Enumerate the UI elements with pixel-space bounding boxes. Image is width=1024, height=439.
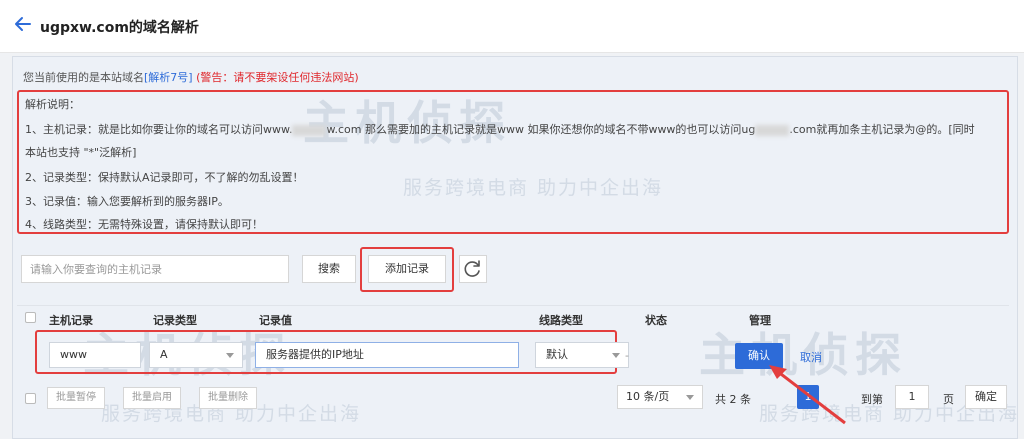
page-size-select[interactable]: 10 条/页 bbox=[617, 385, 703, 409]
cancel-link[interactable]: 取消 bbox=[800, 349, 822, 365]
record-value-input[interactable]: 服务器提供的IP地址 bbox=[255, 342, 519, 368]
warning-text: (警告：请不要架设任何违法网站) bbox=[196, 71, 359, 84]
column-manage: 管理 bbox=[749, 314, 771, 327]
column-status: 状态 bbox=[645, 314, 667, 327]
instruction-host-part-c: .com就再加条主机记录为@的。[同时 bbox=[789, 123, 975, 136]
chevron-down-icon bbox=[686, 395, 694, 400]
instruction-record-value: 3、记录值：输入您要解析到的服务器IP。 bbox=[25, 195, 229, 208]
chevron-down-icon bbox=[226, 353, 234, 358]
column-type: 记录类型 bbox=[153, 314, 197, 327]
page-1-button[interactable]: 1 bbox=[797, 385, 819, 409]
batch-enable-button[interactable]: 批量启用 bbox=[123, 387, 181, 409]
record-type-select[interactable]: A bbox=[149, 342, 243, 368]
select-all-bottom-checkbox[interactable] bbox=[25, 393, 36, 404]
redacted-text bbox=[292, 124, 327, 136]
add-record-button[interactable]: 添加记录 bbox=[368, 255, 446, 283]
line-type-select[interactable]: 默认 bbox=[535, 342, 629, 368]
refresh-icon bbox=[464, 260, 480, 277]
domain-info-prefix: 您当前使用的是本站域名 bbox=[23, 71, 144, 84]
records-table-header: 主机记录 记录类型 记录值 线路类型 状态 管理 bbox=[17, 305, 1009, 330]
dns-server-link[interactable]: [解析7号] bbox=[144, 71, 193, 84]
instruction-host-record: 1、主机记录：就是比如你要让你的域名可以访问www. w.com 那么需要加的主机… bbox=[25, 121, 975, 137]
status-value: - bbox=[625, 349, 629, 362]
redacted-text bbox=[755, 124, 790, 136]
line-type-value: 默认 bbox=[546, 348, 568, 361]
batch-delete-button[interactable]: 批量删除 bbox=[199, 387, 257, 409]
goto-page-input[interactable]: 1 bbox=[895, 385, 929, 409]
page-size-value: 10 条/页 bbox=[626, 390, 670, 403]
chevron-down-icon bbox=[612, 353, 620, 358]
column-host: 主机记录 bbox=[49, 314, 93, 327]
select-all-checkbox[interactable] bbox=[25, 312, 36, 323]
refresh-button[interactable] bbox=[459, 255, 487, 283]
goto-confirm-button[interactable]: 确定 bbox=[965, 385, 1007, 409]
instructions-heading: 解析说明： bbox=[25, 98, 80, 111]
total-count: 共 2 条 bbox=[715, 393, 751, 406]
instruction-record-type: 2、记录类型：保持默认A记录即可，不了解的勿乱设置！ bbox=[25, 171, 304, 184]
instruction-line-type: 4、线路类型：无需特殊设置，请保持默认即可！ bbox=[25, 218, 263, 231]
main-panel: 主机侦探 服务跨境电商 助力中企出海 主机侦探 服务跨境电商 助力中企出海 主机… bbox=[12, 56, 1018, 439]
page-label: 页 bbox=[943, 393, 954, 406]
host-record-search-input[interactable] bbox=[21, 255, 289, 283]
confirm-button[interactable]: 确认 bbox=[735, 343, 783, 369]
search-button[interactable]: 搜索 bbox=[302, 255, 356, 283]
instructions-box: 解析说明： 1、主机记录：就是比如你要让你的域名可以访问www. w.com 那么… bbox=[17, 90, 1009, 234]
column-line: 线路类型 bbox=[539, 314, 583, 327]
batch-pause-button[interactable]: 批量暂停 bbox=[47, 387, 105, 409]
instruction-host-part-a: 1、主机记录：就是比如你要让你的域名可以访问www. bbox=[25, 123, 293, 136]
column-value: 记录值 bbox=[259, 314, 292, 327]
instruction-wildcard: 本站也支持 "*"泛解析] bbox=[25, 146, 137, 159]
goto-label: 到第 bbox=[861, 393, 883, 406]
record-type-value: A bbox=[160, 348, 168, 361]
instruction-host-part-b: w.com 那么需要加的主机记录就是www 如果你还想你的域名不带www的也可以… bbox=[326, 123, 756, 136]
table-footer: 批量暂停 批量启用 批量删除 10 条/页 共 2 条 1 到第 1 页 确定 bbox=[13, 381, 1017, 421]
page-header: ugpxw.com的域名解析 bbox=[0, 0, 1024, 53]
page-title: ugpxw.com的域名解析 bbox=[40, 20, 199, 36]
host-record-input[interactable]: www bbox=[49, 342, 141, 368]
back-arrow-icon[interactable] bbox=[14, 15, 32, 33]
domain-info: 您当前使用的是本站域名[解析7号] (警告：请不要架设任何违法网站) bbox=[23, 69, 359, 85]
